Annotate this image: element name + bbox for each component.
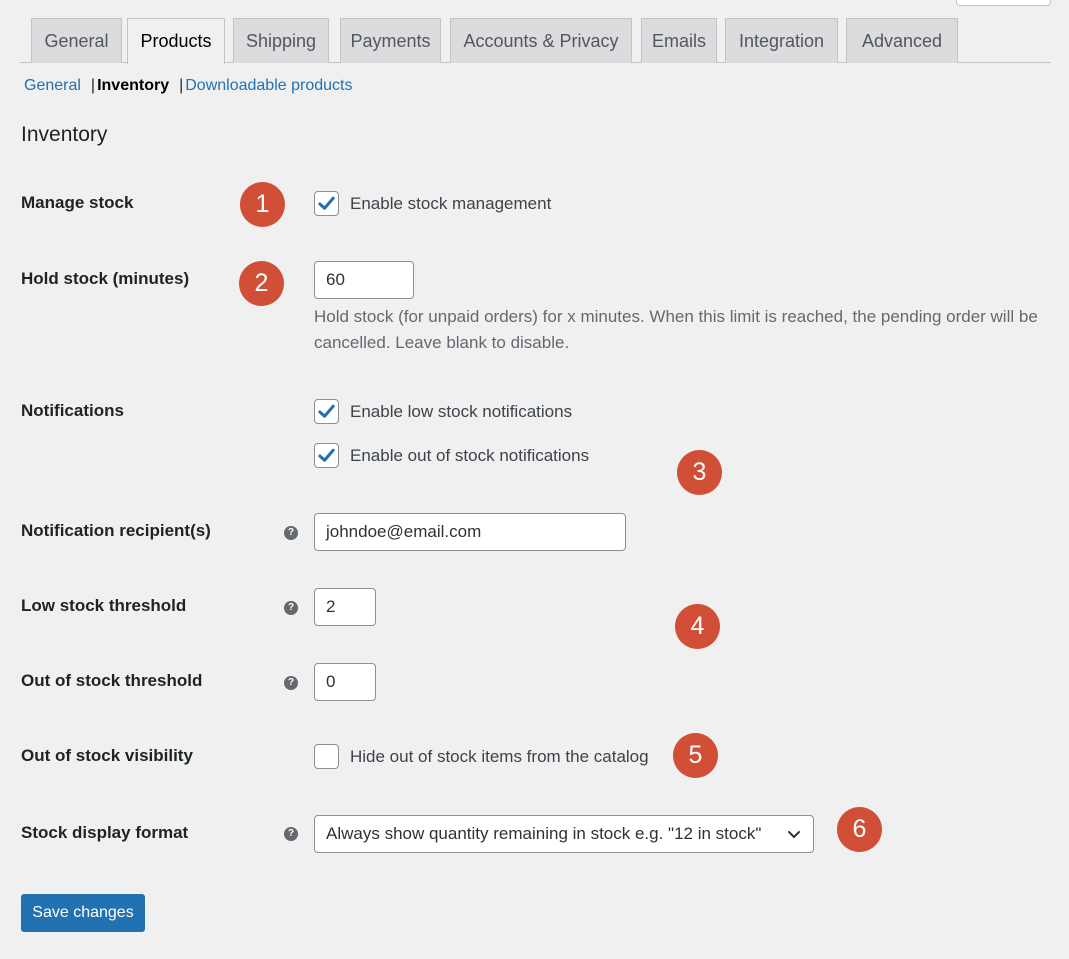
- out-of-stock-visibility-label: Out of stock visibility: [21, 746, 193, 765]
- checkmark-icon: [318, 448, 335, 462]
- notification-recipient-label: Notification recipient(s): [21, 521, 211, 540]
- checkmark-icon: [318, 196, 335, 210]
- tab-shipping[interactable]: Shipping: [233, 18, 329, 63]
- stock-display-format-value: Always show quantity remaining in stock …: [326, 824, 762, 843]
- annotation-badge-6: 6: [837, 807, 882, 852]
- manage-stock-checkbox-label: Enable stock management: [350, 193, 552, 213]
- section-title: Inventory: [21, 123, 108, 146]
- top-right-control[interactable]: [956, 0, 1051, 6]
- annotation-badge-5: 5: [673, 733, 718, 778]
- tab-payments[interactable]: Payments: [340, 18, 441, 63]
- help-icon[interactable]: ?: [284, 676, 298, 690]
- hide-out-of-stock-row: Hide out of stock items from the catalog: [314, 744, 649, 769]
- subnav-separator: |: [90, 77, 96, 94]
- low-stock-notification-checkbox[interactable]: [314, 399, 339, 424]
- tab-advanced[interactable]: Advanced: [846, 18, 958, 63]
- manage-stock-checkbox[interactable]: [314, 191, 339, 216]
- hide-out-of-stock-checkbox[interactable]: [314, 744, 339, 769]
- chevron-down-icon: [788, 831, 800, 838]
- tab-emails[interactable]: Emails: [641, 18, 717, 63]
- manage-stock-row: Enable stock management: [314, 191, 551, 216]
- low-stock-threshold-label: Low stock threshold: [21, 596, 187, 615]
- out-of-stock-notification-row: Enable out of stock notifications: [314, 443, 589, 468]
- annotation-badge-4: 4: [675, 604, 720, 649]
- annotation-badge-3: 3: [677, 450, 722, 495]
- subnav-downloadable-products[interactable]: Downloadable products: [185, 77, 352, 94]
- notifications-label: Notifications: [21, 401, 124, 420]
- notification-recipient-input[interactable]: johndoe@email.com: [314, 513, 626, 551]
- low-stock-notification-row: Enable low stock notifications: [314, 399, 572, 424]
- annotation-badge-2: 2: [239, 261, 284, 306]
- tab-integration[interactable]: Integration: [725, 18, 838, 63]
- manage-stock-label: Manage stock: [21, 193, 134, 212]
- settings-tabs: General Products Shipping Payments Accou…: [20, 18, 1051, 64]
- hide-out-of-stock-label: Hide out of stock items from the catalog: [350, 746, 649, 766]
- low-stock-threshold-input[interactable]: 2: [314, 588, 376, 626]
- stock-display-format-select[interactable]: Always show quantity remaining in stock …: [314, 815, 814, 853]
- hold-stock-description: Hold stock (for unpaid orders) for x min…: [314, 307, 1038, 352]
- subsection-nav: General | Inventory | Downloadable products: [24, 77, 352, 95]
- help-icon[interactable]: ?: [284, 601, 298, 615]
- subnav-separator: |: [179, 77, 184, 94]
- help-icon[interactable]: ?: [284, 526, 298, 540]
- out-of-stock-notification-label: Enable out of stock notifications: [350, 445, 590, 465]
- subnav-general[interactable]: General: [24, 77, 81, 94]
- tab-general[interactable]: General: [31, 18, 122, 63]
- hold-stock-input[interactable]: 60: [314, 261, 414, 299]
- out-of-stock-threshold-label: Out of stock threshold: [21, 671, 203, 690]
- hold-stock-label: Hold stock (minutes): [21, 269, 190, 288]
- out-of-stock-threshold-input[interactable]: 0: [314, 663, 376, 701]
- low-stock-notification-label: Enable low stock notifications: [350, 401, 573, 421]
- checkmark-icon: [318, 404, 335, 418]
- tab-products[interactable]: Products: [127, 18, 225, 64]
- annotation-badge-1: 1: [240, 182, 285, 227]
- save-changes-button[interactable]: Save changes: [21, 894, 145, 932]
- help-icon[interactable]: ?: [284, 827, 298, 841]
- stock-display-format-label: Stock display format: [21, 823, 189, 842]
- out-of-stock-notification-checkbox[interactable]: [314, 443, 339, 468]
- subnav-inventory: Inventory: [97, 77, 170, 94]
- tab-accounts-privacy[interactable]: Accounts & Privacy: [450, 18, 632, 63]
